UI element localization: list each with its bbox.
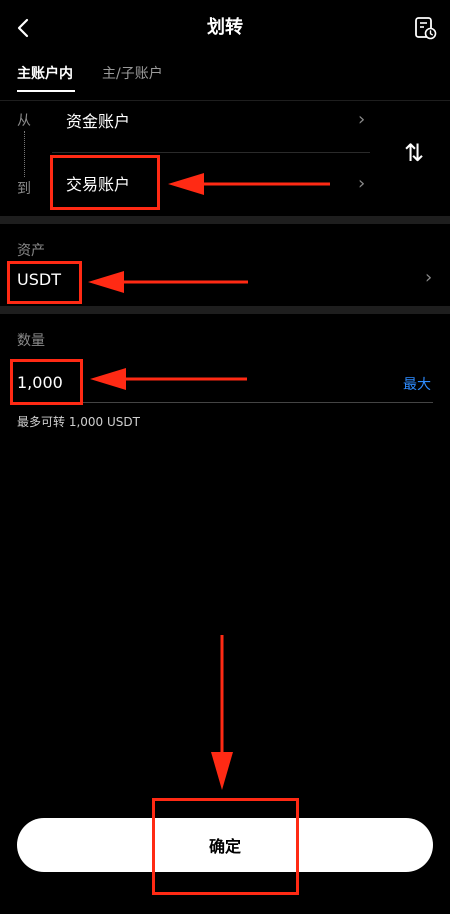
from-account-value: 资金账户 — [66, 112, 131, 131]
swap-icon[interactable]: ⇅ — [404, 138, 424, 168]
tab-internal[interactable]: 主账户内 — [17, 64, 73, 84]
chevron-right-icon: › — [358, 109, 366, 130]
from-account-row[interactable]: 资金账户 › — [52, 106, 380, 140]
annotation-box — [10, 359, 83, 405]
back-arrow-icon[interactable] — [12, 16, 36, 40]
header: 划转 — [0, 0, 450, 56]
from-label: 从 — [17, 113, 31, 129]
annotation-box — [7, 261, 82, 304]
from-to-connector — [24, 131, 25, 177]
asset-label: 资产 — [17, 243, 45, 259]
amount-label: 数量 — [17, 333, 45, 349]
to-label: 到 — [17, 181, 31, 197]
chevron-right-icon: › — [425, 267, 433, 288]
tab-active-indicator — [17, 90, 75, 92]
max-button[interactable]: 最大 — [403, 374, 431, 394]
available-amount-text: 最多可转 1,000 USDT — [17, 415, 140, 429]
row-divider — [52, 152, 370, 153]
tab-bar: 主账户内 主/子账户 — [0, 56, 450, 101]
section-divider — [0, 216, 450, 224]
annotation-box — [152, 798, 299, 895]
tab-sub-account[interactable]: 主/子账户 — [102, 64, 163, 84]
chevron-right-icon: › — [358, 173, 366, 194]
annotation-box — [50, 155, 160, 210]
history-icon[interactable] — [412, 15, 438, 41]
page-title: 划转 — [207, 17, 243, 38]
section-divider — [0, 306, 450, 314]
